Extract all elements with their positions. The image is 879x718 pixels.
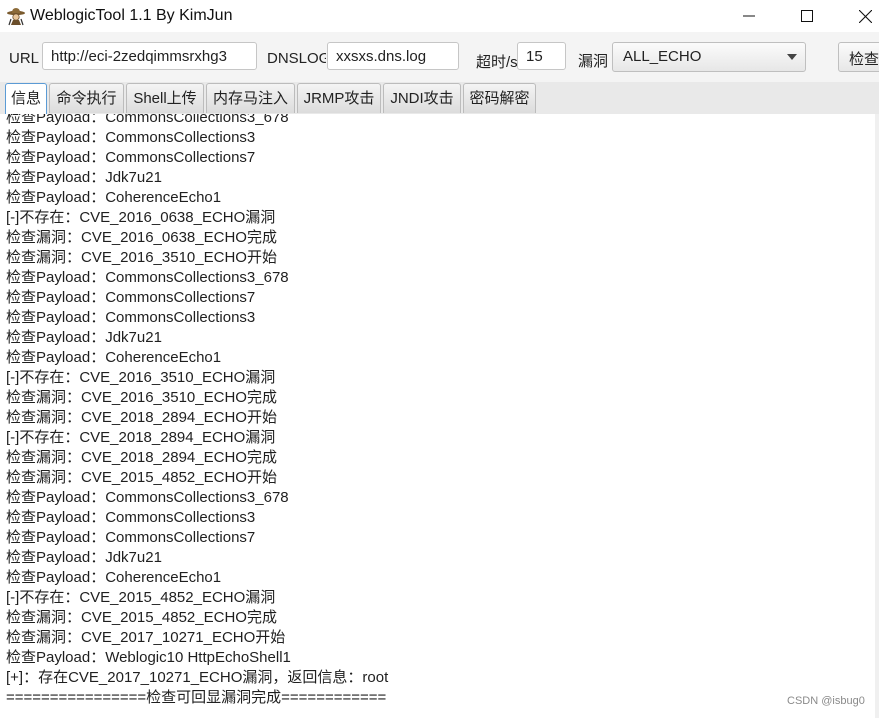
log-line: 检查漏洞：CVE_2016_3510_ECHO完成 — [6, 389, 277, 406]
log-line: 检查Payload：CommonsCollections3_678 — [6, 269, 289, 286]
log-line: 检查Payload：Jdk7u21 — [6, 329, 162, 346]
log-line: 检查Payload：CoherenceEcho1 — [6, 569, 222, 586]
log-line: 检查漏洞：CVE_2016_3510_ECHO开始 — [6, 249, 277, 266]
log-line: 检查Payload：CommonsCollections3 — [6, 129, 256, 146]
minimize-icon — [743, 15, 755, 17]
vuln-label: 漏洞 — [578, 53, 609, 70]
tab-shell-upload[interactable]: Shell上传 — [126, 83, 204, 113]
log-line: 检查Payload：CommonsCollections7 — [6, 289, 256, 306]
tab-password-decrypt[interactable]: 密码解密 — [463, 83, 536, 113]
close-button[interactable] — [836, 0, 879, 32]
tab-jrmp-attack[interactable]: JRMP攻击 — [297, 83, 381, 113]
tab-command-exec[interactable]: 命令执行 — [49, 83, 124, 113]
log-line: [-]不存在：CVE_2016_3510_ECHO漏洞 — [6, 369, 276, 386]
log-line: 检查Payload：CoherenceEcho1 — [6, 189, 222, 206]
log-line: 检查Payload：CoherenceEcho1 — [6, 349, 222, 366]
cowboy-app-icon — [7, 8, 25, 26]
window-title: WeblogicTool 1.1 By KimJun — [30, 7, 233, 24]
tab-info[interactable]: 信息 — [5, 83, 47, 114]
dnslog-input[interactable] — [327, 42, 459, 70]
chevron-down-icon — [787, 54, 797, 60]
log-line: 检查Payload：Jdk7u21 — [6, 169, 162, 186]
log-line: 检查Payload：CommonsCollections3 — [6, 309, 256, 326]
maximize-icon — [801, 10, 813, 22]
url-label: URL — [9, 50, 40, 67]
tab-bar: 信息 命令执行 Shell上传 内存马注入 JRMP攻击 JNDI攻击 密码解密 — [0, 82, 879, 115]
log-line: 检查漏洞：CVE_2017_10271_ECHO开始 — [6, 629, 286, 646]
log-line: 检查Payload：Weblogic10 HttpEchoShell1 — [6, 649, 291, 666]
log-line: ================检查可回显漏洞完成============ — [6, 689, 387, 706]
close-icon — [858, 9, 872, 23]
log-line: 检查漏洞：CVE_2016_0638_ECHO完成 — [6, 229, 277, 246]
timeout-input[interactable] — [517, 42, 566, 70]
toolbar: URL DNSLOG 超时/s 漏洞 ALL_ECHO 检查 — [0, 32, 879, 82]
log-line: 检查Payload：CommonsCollections7 — [6, 529, 256, 546]
timeout-label: 超时/s — [476, 54, 517, 71]
check-button[interactable]: 检查 — [838, 42, 879, 72]
log-lines: 检查Payload：CommonsCollections3_678 检查Paylo… — [6, 114, 388, 708]
maximize-button[interactable] — [778, 0, 836, 32]
log-line: [-]不存在：CVE_2015_4852_ECHO漏洞 — [6, 589, 276, 606]
log-line: 检查Payload：Jdk7u21 — [6, 549, 162, 566]
log-line: 检查Payload：CommonsCollections7 — [6, 149, 256, 166]
log-line: 检查Payload：CommonsCollections3_678 — [6, 114, 289, 126]
log-line: [-]不存在：CVE_2016_0638_ECHO漏洞 — [6, 209, 276, 226]
log-line: 检查漏洞：CVE_2015_4852_ECHO完成 — [6, 609, 277, 626]
minimize-button[interactable] — [720, 0, 778, 32]
log-line: 检查漏洞：CVE_2018_2894_ECHO完成 — [6, 449, 277, 466]
log-output[interactable]: 检查Payload：CommonsCollections3_678 检查Paylo… — [0, 114, 879, 718]
dnslog-label: DNSLOG — [267, 50, 326, 67]
watermark: CSDN @isbug0 — [787, 695, 865, 707]
log-line: [+]：存在CVE_2017_10271_ECHO漏洞，返回信息：root — [6, 669, 389, 686]
log-line: 检查漏洞：CVE_2018_2894_ECHO开始 — [6, 409, 277, 426]
log-line: 检查Payload：CommonsCollections3 — [6, 509, 256, 526]
vuln-select[interactable]: ALL_ECHO — [612, 42, 806, 72]
tab-jndi-attack[interactable]: JNDI攻击 — [383, 83, 461, 113]
log-line: 检查Payload：CommonsCollections3_678 — [6, 489, 289, 506]
log-scrollbar[interactable] — [875, 114, 879, 718]
log-line: [-]不存在：CVE_2018_2894_ECHO漏洞 — [6, 429, 276, 446]
log-line: 检查漏洞：CVE_2015_4852_ECHO开始 — [6, 469, 277, 486]
tab-memshell-inject[interactable]: 内存马注入 — [206, 83, 295, 113]
title-bar: WeblogicTool 1.1 By KimJun — [0, 0, 879, 32]
url-input[interactable] — [42, 42, 257, 70]
vuln-select-value: ALL_ECHO — [623, 48, 702, 65]
